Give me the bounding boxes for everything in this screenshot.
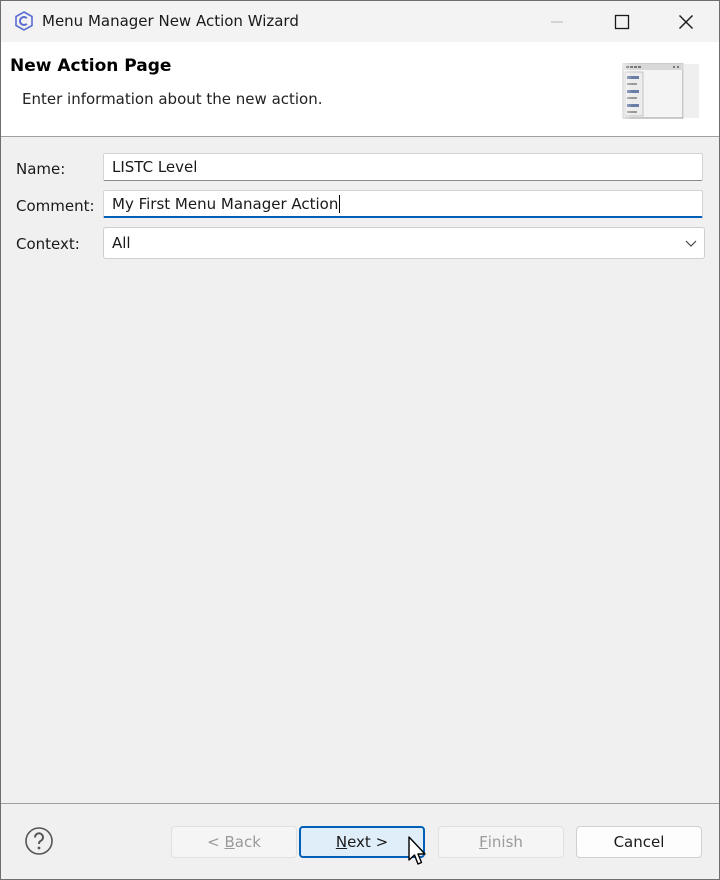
minimize-icon	[551, 21, 563, 22]
name-value: LISTC Level	[112, 158, 198, 176]
page-title: New Action Page	[10, 56, 172, 76]
comment-value: My First Menu Manager Action	[112, 194, 339, 213]
comment-label: Comment:	[16, 197, 95, 215]
wizard-window: Menu Manager New Action Wizard New Actio…	[0, 0, 720, 880]
finish-rest: inish	[487, 833, 523, 851]
wizard-banner-icon	[613, 50, 709, 130]
app-icon	[15, 11, 33, 31]
help-icon[interactable]	[24, 826, 54, 856]
context-dropdown[interactable]: All	[103, 227, 705, 259]
chevron-down-icon	[685, 240, 697, 247]
maximize-button[interactable]	[589, 1, 655, 42]
name-row: Name: LISTC Level	[1, 152, 719, 186]
name-input[interactable]: LISTC Level	[103, 153, 703, 181]
context-selected-value: All	[112, 234, 131, 252]
page-description: Enter information about the new action.	[22, 90, 323, 108]
back-rest: ack	[234, 833, 261, 851]
maximize-icon	[614, 14, 630, 29]
next-rest: ext >	[347, 833, 389, 851]
back-prefix: <	[207, 833, 225, 851]
next-mnemonic: N	[335, 833, 348, 851]
window-title: Menu Manager New Action Wizard	[42, 12, 299, 30]
close-button[interactable]	[653, 1, 719, 42]
back-mnemonic: B	[224, 833, 235, 851]
minimize-button[interactable]	[524, 1, 590, 42]
comment-input[interactable]: My First Menu Manager Action	[103, 190, 703, 218]
back-button[interactable]: < Back	[171, 826, 297, 858]
context-row: Context: All	[1, 227, 719, 261]
footer-divider	[1, 803, 719, 804]
cancel-label: Cancel	[613, 833, 665, 851]
title-bar[interactable]: Menu Manager New Action Wizard	[1, 1, 719, 42]
wizard-header-banner: New Action Page Enter information about …	[1, 42, 719, 137]
close-icon	[679, 14, 693, 29]
comment-row: Comment: My First Menu Manager Action	[1, 189, 719, 223]
context-label: Context:	[16, 235, 80, 253]
finish-mnemonic: F	[479, 833, 488, 851]
finish-button[interactable]: Finish	[438, 826, 564, 858]
next-button[interactable]: Next >	[299, 826, 425, 858]
cancel-button[interactable]: Cancel	[576, 826, 702, 858]
text-caret	[339, 194, 341, 213]
name-label: Name:	[16, 160, 66, 178]
